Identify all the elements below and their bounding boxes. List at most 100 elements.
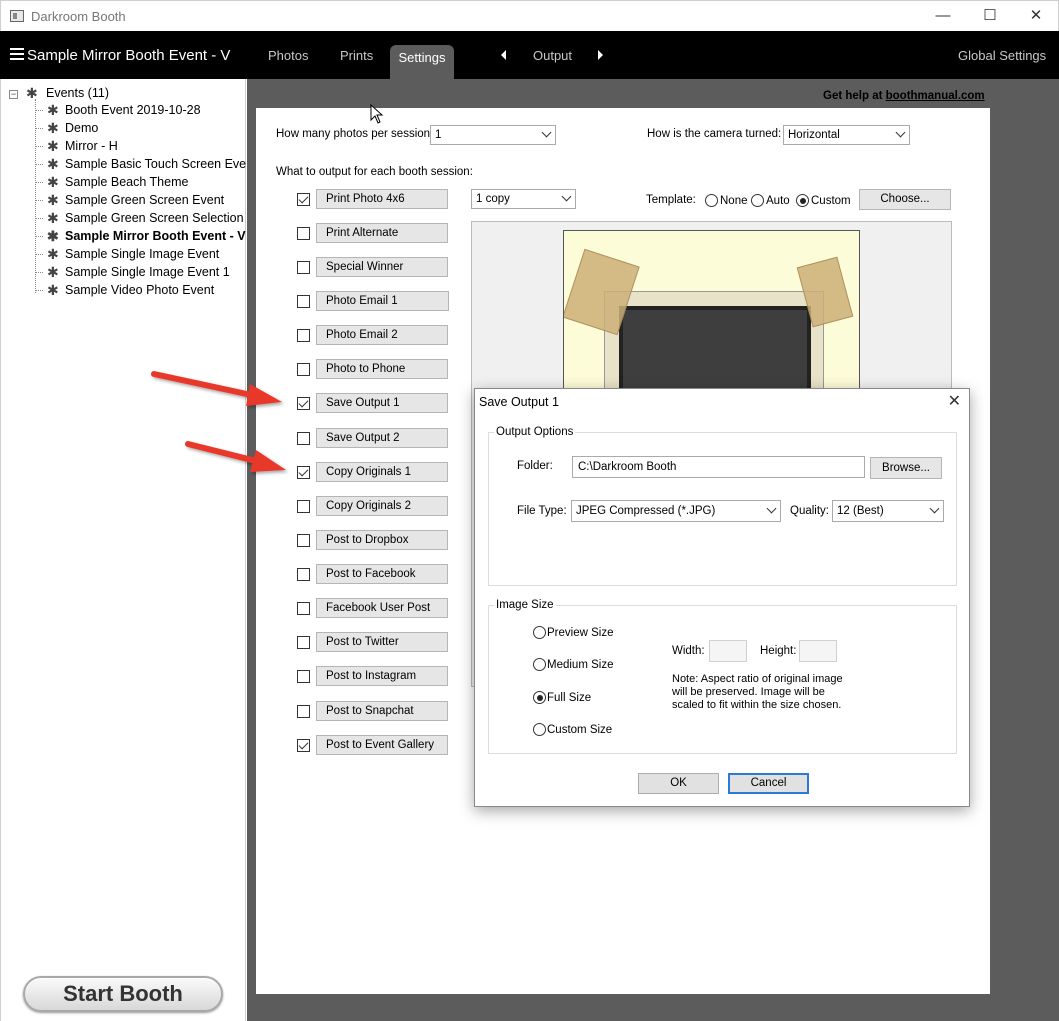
output-checkbox[interactable] — [297, 636, 310, 649]
template-preview-image — [563, 230, 860, 390]
output-settings-button[interactable]: Photo Email 1 — [316, 291, 449, 311]
size-medium-radio[interactable] — [533, 658, 546, 671]
output-checkbox[interactable] — [297, 329, 310, 342]
output-checkbox[interactable] — [297, 193, 310, 206]
template-none-radio[interactable] — [705, 194, 718, 207]
tab-prints[interactable]: Prints — [340, 48, 373, 63]
output-checkbox[interactable] — [297, 670, 310, 683]
output-settings-button[interactable]: Print Alternate — [316, 223, 448, 243]
output-checkbox[interactable] — [297, 466, 310, 479]
output-checkbox[interactable] — [297, 602, 310, 615]
tab-photos[interactable]: Photos — [268, 48, 308, 63]
chevron-down-icon — [541, 127, 552, 138]
output-settings-button[interactable]: Save Output 1 — [316, 393, 448, 413]
help-line: Get help at boothmanual.com — [823, 90, 985, 102]
tab-settings[interactable]: Settings — [390, 45, 454, 79]
sidebar-event-item[interactable]: Sample Single Image Event — [47, 246, 219, 263]
help-link[interactable]: boothmanual.com — [886, 90, 985, 102]
event-icon — [47, 264, 61, 281]
sidebar-event-item[interactable]: Demo — [47, 120, 98, 137]
photos-per-session-select[interactable]: 1 — [430, 125, 556, 145]
width-input[interactable] — [709, 640, 747, 662]
file-type-select[interactable]: JPEG Compressed (*.JPG) — [571, 500, 781, 522]
menubar: Sample Mirror Booth Event - V Photos Pri… — [0, 31, 1059, 79]
sidebar-event-item[interactable]: Sample Single Image Event 1 — [47, 264, 230, 281]
camera-orientation-select[interactable]: Horizontal — [783, 125, 910, 145]
output-checkbox[interactable] — [297, 568, 310, 581]
output-prev-arrow-icon[interactable] — [501, 50, 506, 60]
dialog-title: Save Output 1 — [479, 395, 559, 409]
output-checkbox[interactable] — [297, 432, 310, 445]
size-custom-radio[interactable] — [533, 723, 546, 736]
photo-placeholder — [619, 306, 811, 389]
output-settings-button[interactable]: Post to Instagram — [316, 666, 448, 686]
global-settings-link[interactable]: Global Settings — [958, 48, 1046, 63]
output-settings-button[interactable]: Facebook User Post — [316, 598, 448, 618]
output-settings-button[interactable]: Post to Twitter — [316, 632, 448, 652]
sidebar-event-item[interactable]: Booth Event 2019-10-28 — [47, 102, 201, 119]
aspect-ratio-note: Note: Aspect ratio of original image wil… — [672, 673, 843, 711]
output-settings-button[interactable]: Post to Event Gallery — [316, 735, 448, 755]
output-checkbox[interactable] — [297, 295, 310, 308]
save-output-dialog: Save Output 1 ✕ Output Options Folder: C… — [474, 388, 970, 807]
size-full-radio[interactable] — [533, 691, 546, 704]
output-checkbox[interactable] — [297, 397, 310, 410]
sidebar-event-item[interactable]: Sample Green Screen Event — [47, 192, 224, 209]
output-checkbox[interactable] — [297, 534, 310, 547]
copies-select[interactable]: 1 copy — [471, 189, 576, 209]
event-icon — [47, 282, 61, 299]
event-icon — [47, 192, 61, 209]
width-label: Width: — [672, 645, 705, 657]
output-settings-button[interactable]: Post to Snapchat — [316, 701, 448, 721]
template-none-label: None — [720, 195, 748, 207]
sidebar-event-item[interactable]: Sample Video Photo Event — [47, 282, 214, 299]
output-checkbox[interactable] — [297, 261, 310, 274]
output-settings-button[interactable]: Photo to Phone — [316, 359, 448, 379]
choose-template-button[interactable]: Choose... — [859, 189, 951, 210]
event-icon — [47, 138, 61, 155]
folder-input[interactable]: C:\Darkroom Booth — [572, 456, 865, 478]
output-next-arrow-icon[interactable] — [598, 50, 603, 60]
browse-button[interactable]: Browse... — [870, 457, 942, 479]
hamburger-menu-icon[interactable] — [10, 48, 24, 60]
photo-frame-graphic — [604, 291, 824, 389]
camera-turned-label: How is the camera turned: — [647, 128, 782, 140]
tree-collapse-toggle[interactable]: − — [9, 90, 18, 99]
output-checkbox[interactable] — [297, 227, 310, 240]
template-auto-radio[interactable] — [751, 194, 764, 207]
sidebar-event-item[interactable]: Mirror - H — [47, 138, 118, 155]
sidebar-event-item-selected[interactable]: Sample Mirror Booth Event - V — [47, 228, 246, 245]
output-settings-button[interactable]: Post to Dropbox — [316, 530, 448, 550]
height-input[interactable] — [799, 640, 837, 662]
output-settings-button[interactable]: Copy Originals 2 — [316, 496, 448, 516]
output-settings-button[interactable]: Copy Originals 1 — [316, 462, 448, 482]
size-medium-label: Medium Size — [547, 659, 614, 671]
close-button[interactable]: ✕ — [1013, 1, 1059, 31]
cancel-button[interactable]: Cancel — [728, 773, 809, 794]
output-checkbox[interactable] — [297, 363, 310, 376]
output-checkbox[interactable] — [297, 739, 310, 752]
mouse-cursor-icon — [370, 104, 384, 124]
output-settings-button[interactable]: Special Winner — [316, 257, 448, 277]
tab-output[interactable]: Output — [533, 48, 572, 63]
output-checkbox[interactable] — [297, 705, 310, 718]
output-settings-button[interactable]: Print Photo 4x6 — [316, 189, 448, 209]
start-booth-button[interactable]: Start Booth — [23, 976, 223, 1012]
ok-button[interactable]: OK — [638, 773, 719, 794]
output-settings-button[interactable]: Save Output 2 — [316, 428, 448, 448]
output-settings-button[interactable]: Post to Facebook — [316, 564, 448, 584]
event-icon — [47, 210, 61, 227]
minimize-button[interactable]: — — [920, 1, 966, 31]
chevron-down-icon — [766, 503, 777, 514]
sidebar-event-item[interactable]: Sample Basic Touch Screen Event — [47, 156, 257, 173]
maximize-button[interactable]: ☐ — [967, 1, 1013, 31]
template-custom-radio[interactable] — [796, 194, 809, 207]
size-preview-radio[interactable] — [533, 626, 546, 639]
dialog-close-icon[interactable]: ✕ — [948, 391, 961, 411]
sidebar-event-item[interactable]: Sample Green Screen Selection — [47, 210, 244, 227]
tree-root-events[interactable]: Events (11) — [26, 85, 109, 102]
output-checkbox[interactable] — [297, 500, 310, 513]
sidebar-event-item[interactable]: Sample Beach Theme — [47, 174, 188, 191]
output-settings-button[interactable]: Photo Email 2 — [316, 325, 448, 345]
quality-select[interactable]: 12 (Best) — [832, 500, 944, 522]
